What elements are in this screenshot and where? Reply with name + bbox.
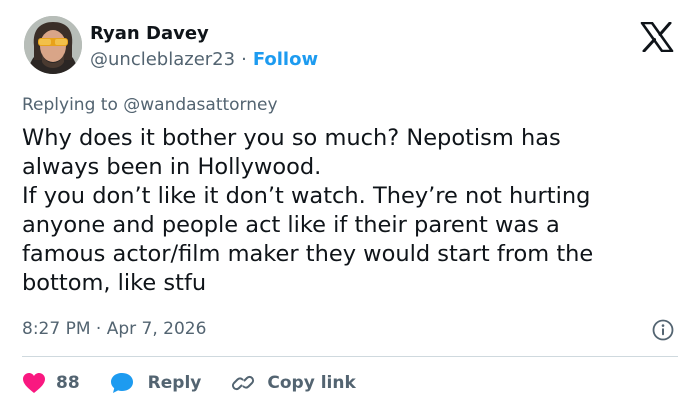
reply-bubble-icon xyxy=(110,373,133,393)
tweet-card: Ryan Davey @uncleblazer23 · Follow Replyin… xyxy=(0,0,700,410)
avatar[interactable] xyxy=(24,16,82,74)
action-bar: 88 Reply Copy link xyxy=(22,368,356,398)
tweet-text-line: bottom, like stfu xyxy=(22,270,207,296)
tweet-text-line: Why does it bother you so much? Nepotism… xyxy=(22,125,561,151)
link-icon xyxy=(232,375,255,391)
author-handle-row: @uncleblazer23 · Follow xyxy=(90,48,318,72)
x-logo-icon[interactable] xyxy=(640,21,674,53)
follow-button[interactable]: Follow xyxy=(253,49,318,70)
tweet-text-line: anyone and people act like if their pare… xyxy=(22,212,560,238)
copy-link-label: Copy link xyxy=(267,373,356,393)
tweet-text: Why does it bother you so much? Nepotism… xyxy=(22,124,682,298)
reply-context-handle[interactable]: @wandasattorney xyxy=(123,95,277,115)
tweet-timestamp[interactable]: 8:27 PM · Apr 7, 2026 xyxy=(22,317,206,341)
like-count: 88 xyxy=(56,373,80,393)
reply-label: Reply xyxy=(147,373,202,393)
tweet-text-line: always been in Hollywood. xyxy=(22,154,322,180)
tweet-text-line: famous actor/film maker they would start… xyxy=(22,241,594,267)
copy-link-button[interactable]: Copy link xyxy=(231,372,356,394)
author-handle[interactable]: @uncleblazer23 xyxy=(90,49,235,70)
info-icon[interactable] xyxy=(652,319,674,341)
like-button[interactable]: 88 xyxy=(22,372,80,394)
reply-context-prefix: Replying to xyxy=(22,95,118,115)
tweet-text-line: If you don’t like it don’t watch. They’r… xyxy=(22,183,591,209)
reply-context: Replying to @wandasattorney xyxy=(22,93,278,117)
avatar-image xyxy=(24,16,82,74)
reply-button[interactable]: Reply xyxy=(110,372,202,394)
heart-icon xyxy=(23,373,45,393)
divider xyxy=(22,356,678,357)
separator-dot: · xyxy=(241,49,247,70)
author-name[interactable]: Ryan Davey xyxy=(90,22,209,46)
